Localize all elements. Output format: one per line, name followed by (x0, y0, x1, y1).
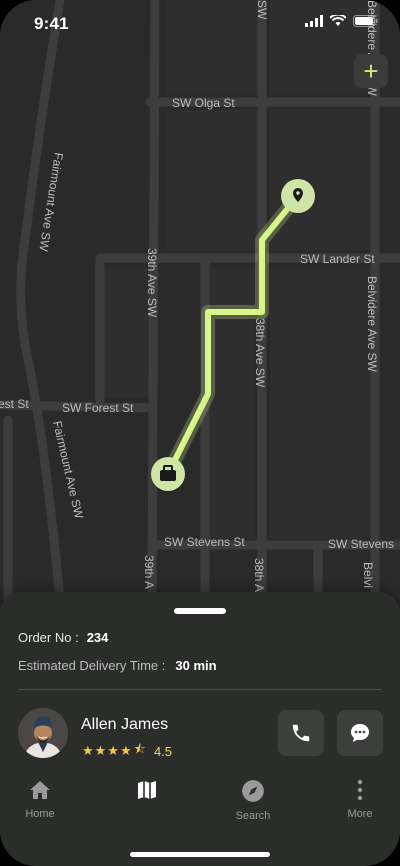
delivery-time-row: Estimated Delivery Time : 30 min (18, 658, 217, 673)
nav-map[interactable] (112, 778, 182, 808)
order-number-label: Order No : (18, 630, 79, 645)
map-label-belvidere-bottom: Belvi (361, 562, 375, 588)
divider (18, 689, 382, 690)
call-driver-button[interactable] (278, 710, 324, 756)
status-time: 9:41 (34, 14, 69, 33)
map-label-38th-short: 38th A (252, 558, 266, 592)
nav-search-label: Search (235, 810, 271, 822)
map-label-stevens: SW Stevens St (164, 535, 245, 549)
battery-icon (353, 15, 378, 27)
phone-icon (292, 724, 310, 742)
signal-icon (305, 15, 323, 27)
delivery-time-label: Estimated Delivery Time : (18, 658, 166, 673)
driver-name: Allen James (81, 716, 169, 733)
map-label-forest: SW Forest St (62, 401, 134, 415)
order-number-row: Order No : 234 (18, 630, 108, 645)
courier-briefcase-icon[interactable] (151, 457, 185, 491)
nav-more[interactable]: More (325, 778, 395, 820)
map-label-lander: SW Lander St (300, 252, 375, 266)
delivery-time-value: 30 min (175, 658, 217, 673)
map-label-forest-left: est St (0, 397, 29, 411)
order-number-value: 234 (86, 630, 109, 645)
map-label-38th: 38th Ave SW (253, 318, 267, 388)
status-icons (305, 15, 378, 27)
half-star-icon: ⯪ (133, 741, 147, 756)
zoom-in-button[interactable]: + (354, 54, 388, 88)
chat-driver-button[interactable] (337, 710, 383, 756)
nav-more-label: More (347, 808, 373, 820)
nav-home[interactable]: Home (5, 778, 75, 820)
destination-pin-icon[interactable] (281, 179, 315, 213)
phone-screen: SW Olga St SW Lander St SW Forest St SW … (0, 0, 400, 866)
driver-rating: ★★★★ ⯪ 4.5 (82, 740, 172, 762)
map-label-39th-short: 39th A (142, 555, 156, 589)
home-indicator (130, 852, 270, 857)
driver-avatar[interactable] (18, 708, 68, 758)
nav-home-label: Home (25, 808, 55, 820)
nav-search[interactable]: Search (218, 778, 288, 822)
order-details-sheet: Order No : 234 Estimated Delivery Time : 3… (0, 592, 400, 866)
status-bar: 9:41 (0, 0, 400, 48)
map-label-39th: 39th Ave SW (145, 248, 159, 318)
compass-icon (242, 780, 264, 802)
sheet-drag-handle[interactable] (174, 608, 226, 614)
map-label-belvidere-mid: Belvidere Ave SW (365, 276, 379, 372)
wifi-icon (330, 15, 346, 26)
chat-icon (351, 724, 369, 742)
map-icon (138, 781, 156, 799)
map-label-stevens-2: SW Stevens (328, 537, 394, 551)
map-label-olga: SW Olga St (172, 96, 235, 110)
rating-value: 4.5 (153, 743, 173, 759)
bottom-nav: Home Search More (0, 778, 400, 838)
star-icons: ★★★★ (82, 743, 133, 758)
avatar-image (18, 708, 68, 758)
more-vertical-icon (357, 779, 363, 801)
home-icon (30, 781, 50, 799)
